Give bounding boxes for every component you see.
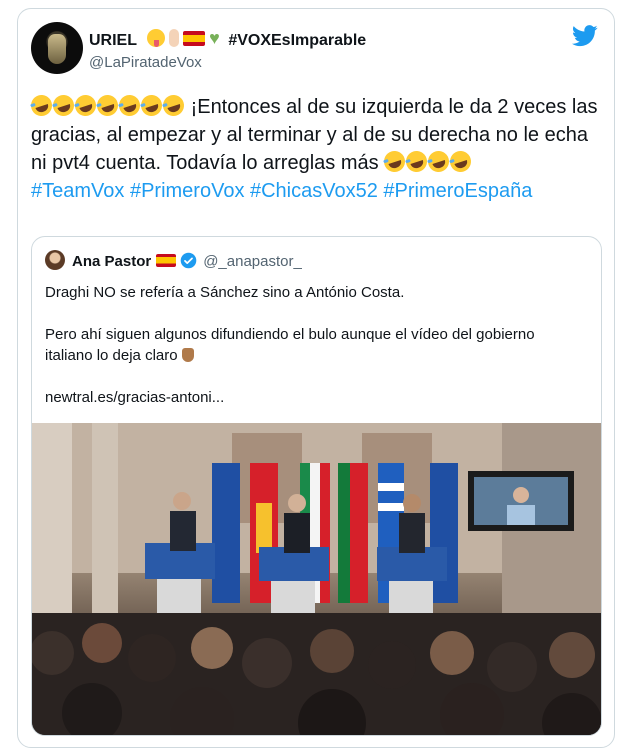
quoted-para-2-text: Pero ahí siguen algunos difundiendo el b… — [45, 326, 535, 364]
tweet-card: URIEL ♥ #VOXEsImparable @LaPiratadeVox ¡… — [17, 8, 615, 748]
quoted-author-name[interactable]: Ana Pastor — [72, 253, 151, 270]
quoted-avatar[interactable] — [45, 250, 65, 270]
laughing-emoji-row-end — [381, 148, 474, 175]
rofl-icon — [28, 92, 55, 119]
name-emojis: ♥ — [147, 29, 220, 47]
photo-scene — [32, 423, 601, 735]
quoted-header[interactable]: Ana Pastor @_anapastor_ — [72, 252, 302, 270]
verified-badge-icon — [180, 252, 197, 269]
quoted-handle[interactable]: @_anapastor_ — [203, 253, 302, 270]
tweet-body: ¡Entonces al de su izquierda le da 2 vec… — [28, 92, 601, 205]
rofl-icon — [94, 92, 121, 119]
tweet-hashtags[interactable]: #TeamVox #PrimeroVox #ChicasVox52 #Prime… — [31, 180, 532, 202]
rofl-icon — [381, 148, 408, 175]
raised-finger-icon — [169, 29, 180, 47]
quoted-para-2: Pero ahí siguen algunos difundiendo el b… — [45, 324, 585, 366]
rofl-icon — [116, 92, 143, 119]
rofl-icon — [50, 92, 77, 119]
author-avatar[interactable] — [31, 22, 83, 74]
green-heart-icon: ♥ — [209, 28, 220, 48]
author-handle[interactable]: @LaPiratadeVox — [89, 54, 202, 71]
rofl-icon — [72, 92, 99, 119]
rofl-icon — [425, 148, 452, 175]
author-name-row[interactable]: URIEL ♥ #VOXEsImparable — [89, 29, 366, 50]
quoted-link[interactable]: newtral.es/gracias-antoni... — [45, 387, 585, 408]
quoted-text: Draghi NO se refería a Sánchez sino a An… — [45, 282, 585, 429]
name-hashtag: #VOXEsImparable — [228, 32, 367, 49]
spain-flag-icon — [183, 30, 206, 46]
zany-face-icon — [147, 29, 166, 47]
author-name[interactable]: URIEL — [89, 32, 137, 49]
pointing-down-icon — [181, 348, 194, 362]
rofl-icon — [403, 148, 430, 175]
quoted-tweet[interactable]: Ana Pastor @_anapastor_ Draghi NO se refe… — [31, 236, 602, 736]
press-conference-photo[interactable] — [32, 423, 601, 735]
rofl-icon — [138, 92, 165, 119]
rofl-icon — [160, 92, 187, 119]
quoted-para-1: Draghi NO se refería a Sánchez sino a An… — [45, 284, 405, 301]
rofl-icon — [447, 148, 474, 175]
spain-flag-icon — [156, 254, 177, 267]
twitter-bird-icon[interactable] — [572, 25, 598, 47]
laughing-emoji-row — [28, 92, 191, 119]
